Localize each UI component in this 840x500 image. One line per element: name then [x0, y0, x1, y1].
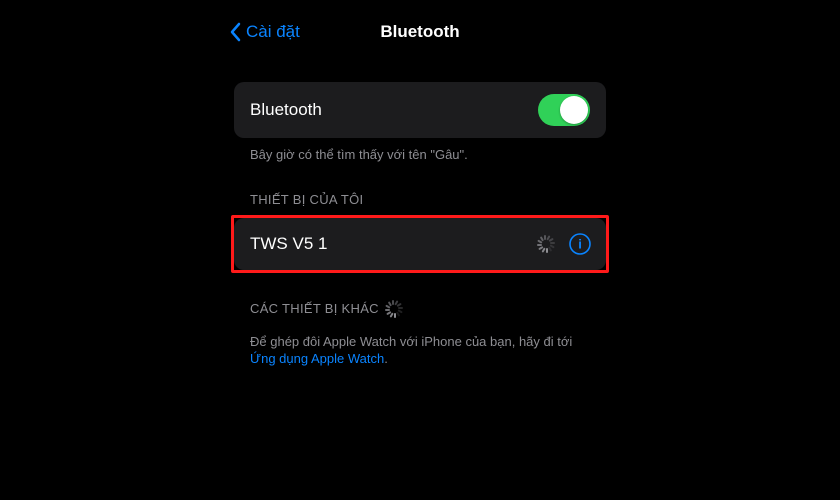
- device-info-button[interactable]: i: [568, 232, 592, 256]
- apple-watch-hint: Để ghép đôi Apple Watch với iPhone của b…: [234, 325, 606, 368]
- hint-prefix: Để ghép đôi Apple Watch với iPhone của b…: [250, 334, 572, 349]
- discoverable-text: Bây giờ có thể tìm thấy với tên "Gâu".: [234, 138, 606, 164]
- chevron-left-icon: [230, 22, 242, 42]
- navbar: Cài đặt Bluetooth: [220, 10, 620, 54]
- apple-watch-app-link[interactable]: Ứng dụng Apple Watch: [250, 351, 384, 366]
- spinner-icon: [538, 235, 556, 253]
- other-devices-header: CÁC THIẾT BỊ KHÁC: [234, 273, 606, 325]
- device-row-tws[interactable]: TWS V5 1 i: [234, 218, 606, 270]
- back-button[interactable]: Cài đặt: [230, 22, 300, 42]
- annotation-highlight: TWS V5 1 i: [231, 215, 609, 273]
- bluetooth-label: Bluetooth: [250, 100, 322, 120]
- device-name: TWS V5 1: [250, 234, 327, 254]
- svg-text:i: i: [578, 236, 582, 251]
- bluetooth-toggle[interactable]: [538, 94, 590, 126]
- spinner-icon: [387, 301, 403, 317]
- bluetooth-settings-screen: Cài đặt Bluetooth Bluetooth Bây giờ có t…: [220, 0, 620, 500]
- my-devices-header: THIẾT BỊ CỦA TÔI: [234, 164, 606, 215]
- device-row-right: i: [538, 232, 592, 256]
- bluetooth-toggle-group: Bluetooth: [234, 82, 606, 138]
- hint-suffix: .: [384, 351, 388, 366]
- toggle-knob: [560, 96, 588, 124]
- other-devices-label: CÁC THIẾT BỊ KHÁC: [250, 301, 379, 316]
- info-icon: i: [569, 233, 591, 255]
- content: Bluetooth Bây giờ có thể tìm thấy với tê…: [220, 54, 620, 368]
- bluetooth-toggle-row: Bluetooth: [234, 82, 606, 138]
- back-label: Cài đặt: [246, 22, 300, 42]
